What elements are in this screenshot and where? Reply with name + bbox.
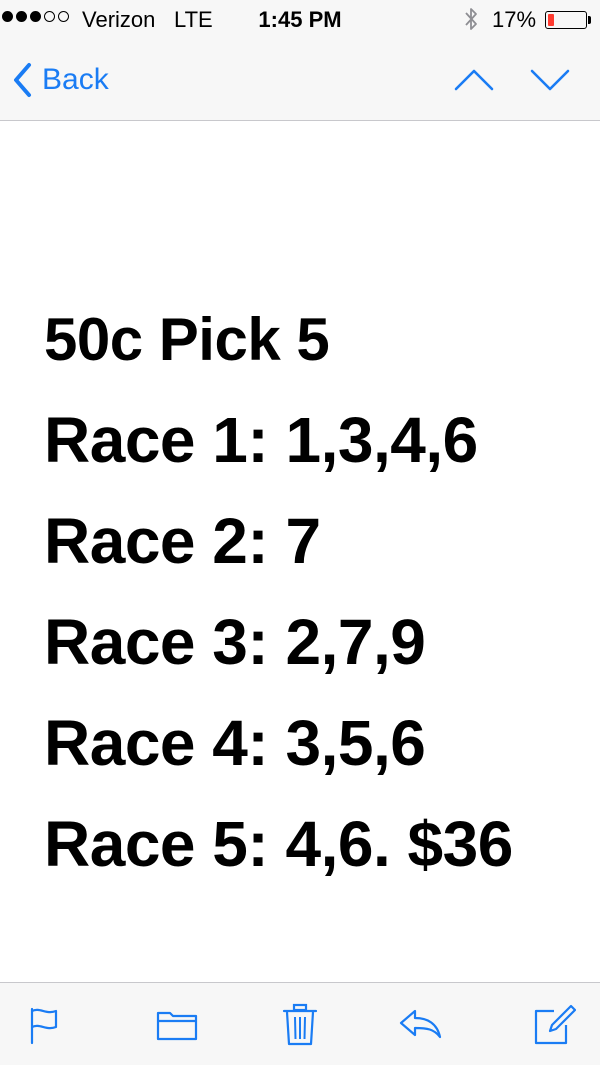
chevron-up-icon[interactable] <box>452 62 496 98</box>
reply-icon[interactable] <box>397 1001 443 1047</box>
message-text: 50c Pick 5 Race 1: 1,3,4,6 Race 2: 7 Rac… <box>44 289 513 895</box>
battery-percentage: 17% <box>492 7 537 32</box>
chevron-left-icon <box>14 63 31 97</box>
message-line: Race 2: 7 <box>44 505 321 577</box>
message-line: Race 5: 4,6. $36 <box>44 808 513 880</box>
message-line: Race 4: 3,5,6 <box>44 707 426 779</box>
back-button-label: Back <box>42 63 109 96</box>
navigation-bar: Back <box>0 40 600 120</box>
status-bar: Verizon LTE 1:45 PM 17% <box>0 0 600 40</box>
chevron-down-icon[interactable] <box>528 62 572 98</box>
top-chrome: Verizon LTE 1:45 PM 17% Back <box>0 0 600 121</box>
flag-icon[interactable] <box>22 1001 68 1047</box>
battery-tip <box>588 16 591 24</box>
message-body: 50c Pick 5 Race 1: 1,3,4,6 Race 2: 7 Rac… <box>0 121 600 983</box>
bottom-toolbar <box>0 982 600 1065</box>
battery-level-fill <box>548 14 554 26</box>
message-line: 50c Pick 5 <box>44 306 330 373</box>
mail-message-screen: Verizon LTE 1:45 PM 17% Back 50c Pick 5 … <box>0 0 600 1065</box>
trash-icon[interactable] <box>277 1001 323 1047</box>
message-line: Race 1: 1,3,4,6 <box>44 404 478 476</box>
bluetooth-icon <box>465 8 477 30</box>
message-line: Race 3: 2,7,9 <box>44 606 426 678</box>
back-button[interactable]: Back <box>12 56 109 104</box>
compose-icon[interactable] <box>530 1001 576 1047</box>
folder-icon[interactable] <box>154 1001 200 1047</box>
battery-icon <box>545 11 587 29</box>
